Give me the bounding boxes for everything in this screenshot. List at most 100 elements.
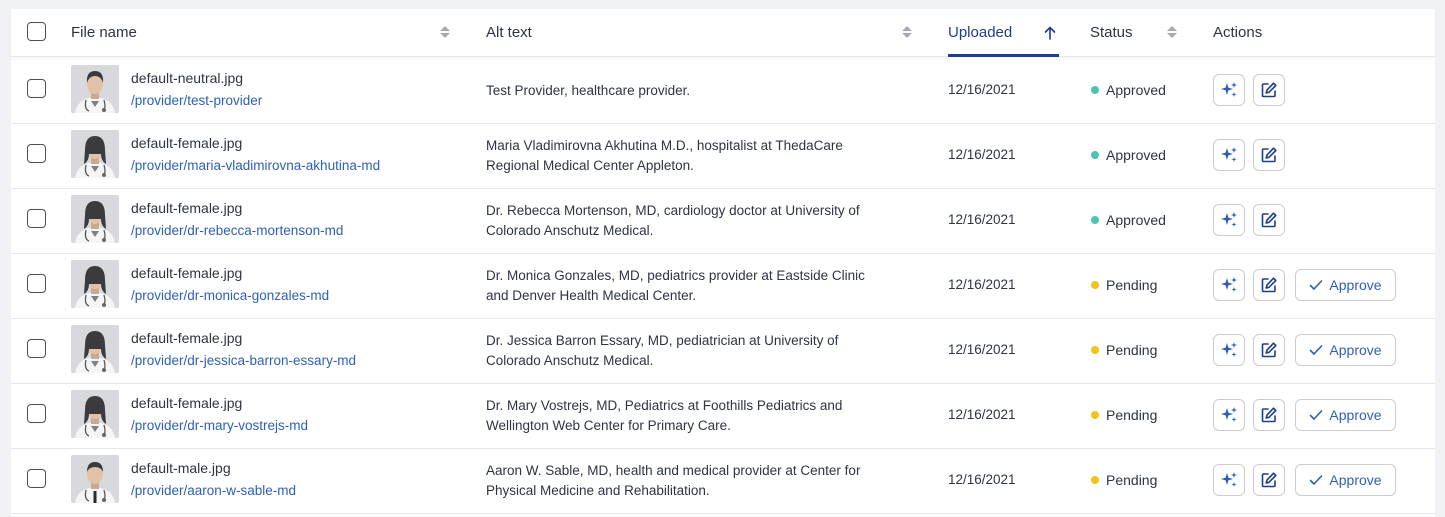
edit-button[interactable] (1253, 399, 1285, 431)
row-checkbox[interactable] (27, 339, 46, 358)
approve-button[interactable]: Approve (1295, 334, 1396, 366)
check-icon (1310, 475, 1323, 485)
status-badge: Pending (1091, 342, 1157, 358)
row-checkbox[interactable] (27, 79, 46, 98)
header-status[interactable]: Status (1090, 24, 1133, 41)
check-icon (1310, 280, 1323, 290)
sort-status-icon[interactable] (1167, 26, 1177, 40)
edit-icon (1260, 146, 1278, 164)
sort-alt-text-icon[interactable] (902, 26, 912, 40)
edit-icon (1260, 81, 1278, 99)
edit-button[interactable] (1253, 74, 1285, 106)
sparkle-icon (1220, 146, 1238, 164)
status-badge: Approved (1091, 147, 1166, 163)
edit-icon (1260, 341, 1278, 359)
status-label: Pending (1106, 472, 1158, 488)
select-all-checkbox[interactable] (27, 22, 46, 41)
table-header: File name Alt text Uploaded Status Actio… (11, 9, 1435, 57)
file-path-link[interactable]: /provider/aaron-w-sable-md (131, 483, 296, 498)
alt-text: Dr. Monica Gonzales, MD, pediatrics prov… (486, 268, 865, 303)
generate-alt-text-button[interactable] (1213, 334, 1245, 366)
avatar-thumbnail (71, 130, 119, 178)
avatar-thumbnail (71, 195, 119, 243)
check-icon (1310, 410, 1323, 420)
sort-ascending-icon[interactable] (1044, 26, 1056, 40)
avatar-thumbnail (71, 390, 119, 438)
status-dot (1091, 476, 1099, 484)
file-path-link[interactable]: /provider/dr-mary-vostrejs-md (131, 418, 308, 433)
header-actions: Actions (1213, 24, 1263, 41)
file-name: default-female.jpg (131, 265, 243, 281)
table-row: default-female.jpg/provider/dr-mary-vost… (11, 383, 1435, 449)
generate-alt-text-button[interactable] (1213, 464, 1245, 496)
approve-label: Approve (1329, 342, 1382, 358)
alt-text: Test Provider, healthcare provider. (486, 83, 691, 98)
approve-label: Approve (1329, 407, 1382, 423)
approve-button[interactable]: Approve (1295, 399, 1396, 431)
file-path-link[interactable]: /provider/maria-vladimirovna-akhutina-md (131, 158, 380, 173)
status-dot (1091, 411, 1099, 419)
alt-text: Dr. Mary Vostrejs, MD, Pediatrics at Foo… (486, 398, 843, 433)
approve-button[interactable]: Approve (1295, 464, 1396, 496)
row-checkbox[interactable] (27, 469, 46, 488)
file-path-link[interactable]: /provider/dr-rebecca-mortenson-md (131, 223, 343, 238)
edit-icon (1260, 211, 1278, 229)
images-table: File name Alt text Uploaded Status Actio… (11, 9, 1435, 517)
row-checkbox[interactable] (27, 404, 46, 423)
header-alt-text[interactable]: Alt text (486, 24, 532, 41)
status-label: Approved (1106, 147, 1166, 163)
status-badge: Pending (1091, 277, 1157, 293)
uploaded-date: 12/16/2021 (948, 472, 1016, 487)
alt-text: Dr. Jessica Barron Essary, MD, pediatric… (486, 333, 839, 368)
uploaded-date: 12/16/2021 (948, 407, 1016, 422)
header-file-name[interactable]: File name (71, 24, 137, 41)
edit-button[interactable] (1253, 334, 1285, 366)
table-row: default-female.jpg/provider/dr-monica-go… (11, 253, 1435, 319)
edit-button[interactable] (1253, 464, 1285, 496)
sparkle-icon (1220, 341, 1238, 359)
avatar-thumbnail (71, 325, 119, 373)
file-name: default-male.jpg (131, 460, 231, 476)
uploaded-date: 12/16/2021 (948, 82, 1016, 97)
uploaded-date: 12/16/2021 (948, 147, 1016, 162)
approve-label: Approve (1329, 277, 1382, 293)
sparkle-icon (1220, 406, 1238, 424)
generate-alt-text-button[interactable] (1213, 399, 1245, 431)
uploaded-date: 12/16/2021 (948, 277, 1016, 292)
sparkle-icon (1220, 81, 1238, 99)
sparkle-icon (1220, 211, 1238, 229)
file-path-link[interactable]: /provider/test-provider (131, 93, 262, 108)
table-row: default-female.jpg/provider/dr-jessica-b… (11, 318, 1435, 384)
header-uploaded[interactable]: Uploaded (948, 24, 1012, 41)
generate-alt-text-button[interactable] (1213, 204, 1245, 236)
status-dot (1091, 151, 1099, 159)
approve-label: Approve (1329, 472, 1382, 488)
status-label: Pending (1106, 277, 1158, 293)
row-checkbox[interactable] (27, 274, 46, 293)
active-sort-indicator (948, 54, 1059, 57)
edit-button[interactable] (1253, 269, 1285, 301)
file-path-link[interactable]: /provider/dr-monica-gonzales-md (131, 288, 329, 303)
edit-icon (1260, 406, 1278, 424)
generate-alt-text-button[interactable] (1213, 74, 1245, 106)
edit-button[interactable] (1253, 204, 1285, 236)
sort-file-name-icon[interactable] (440, 26, 450, 40)
file-name: default-female.jpg (131, 395, 243, 411)
table-row: default-neutral.jpg/provider/test-provid… (11, 58, 1435, 124)
edit-icon (1260, 276, 1278, 294)
status-badge: Pending (1091, 472, 1157, 488)
edit-icon (1260, 471, 1278, 489)
row-checkbox[interactable] (27, 144, 46, 163)
alt-text: Aaron W. Sable, MD, health and medical p… (486, 463, 861, 498)
status-dot (1091, 346, 1099, 354)
generate-alt-text-button[interactable] (1213, 139, 1245, 171)
status-dot (1091, 281, 1099, 289)
row-checkbox[interactable] (27, 209, 46, 228)
approve-button[interactable]: Approve (1295, 269, 1396, 301)
generate-alt-text-button[interactable] (1213, 269, 1245, 301)
avatar-thumbnail (71, 65, 119, 113)
status-badge: Approved (1091, 212, 1166, 228)
status-label: Pending (1106, 407, 1158, 423)
file-path-link[interactable]: /provider/dr-jessica-barron-essary-md (131, 353, 356, 368)
edit-button[interactable] (1253, 139, 1285, 171)
